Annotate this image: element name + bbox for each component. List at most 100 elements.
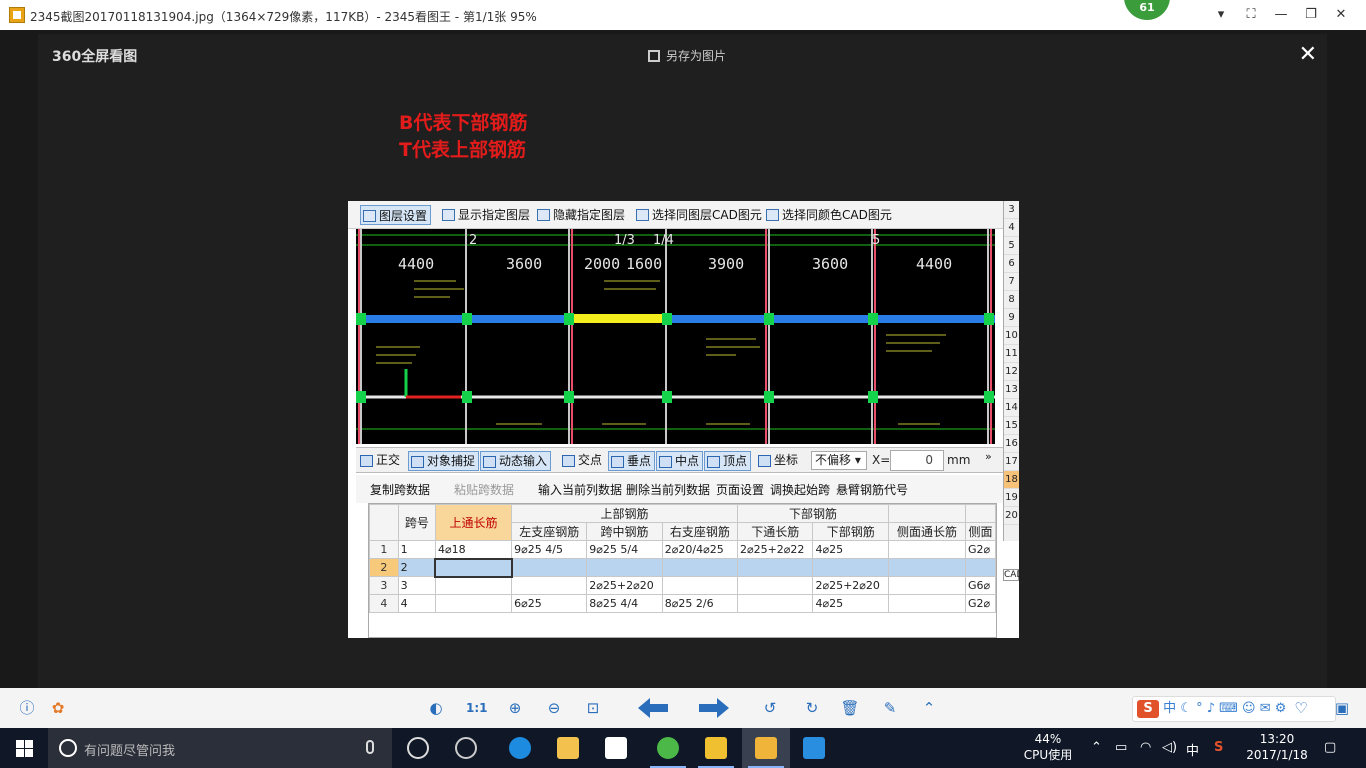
top-rebar-group-header: 上部钢筋 [511, 504, 738, 523]
mid-span-header[interactable]: 跨中钢筋 [586, 522, 663, 541]
save-icon [648, 50, 660, 62]
restore-button[interactable]: ❐ [1300, 5, 1322, 25]
network-icon[interactable]: ◠ [1140, 740, 1151, 755]
dim-label-1: 4400 [398, 255, 434, 273]
sogou-tray-icon[interactable]: S [1214, 740, 1223, 755]
side-header[interactable]: 侧面 [965, 522, 996, 541]
360-browser-icon[interactable] [644, 728, 692, 768]
select-same-color-button[interactable]: 选择同颜色CAD图元 [764, 205, 892, 225]
table-row[interactable]: 4 4 6⌀25 8⌀25 4/4 8⌀25 2/6 4⌀25 G2⌀ [369, 594, 996, 613]
orthogonal-toggle[interactable]: 正交 [358, 451, 400, 471]
previous-image-icon[interactable] [636, 696, 670, 720]
hide-layer-button[interactable]: 隐藏指定图层 [535, 205, 625, 225]
windows-taskbar: 有问题尽管问我 44% CPU使用 ⌃ ▭ ◠ ◁) 中 S 13:20 201… [0, 728, 1366, 768]
favorite-icon[interactable]: ♡ [1291, 698, 1311, 718]
dim-label-4: 1600 [626, 255, 662, 273]
vertex-snap-toggle[interactable]: 顶点 [704, 451, 752, 471]
cortana-search-box[interactable]: 有问题尽管问我 [48, 728, 392, 768]
side-through-header[interactable]: 侧面通长筋 [887, 522, 967, 541]
layers-icon [363, 210, 376, 222]
save-as-button[interactable]: 另存为图片 [648, 47, 726, 64]
viewer-logo: 360全屏看图 [52, 49, 138, 65]
rotate-right-icon[interactable]: ↻ [802, 698, 822, 718]
coordinate-toggle[interactable]: 坐标 [756, 451, 798, 471]
cad-icon [766, 209, 779, 221]
zoom-out-icon[interactable]: ⊖ [544, 698, 564, 718]
side-row-numbers: 3 4 5 6 7 8 9 10 11 12 13 14 15 16 17 18 19 20 [1003, 201, 1019, 541]
top-through-header[interactable]: 上通长筋 [434, 504, 513, 541]
perpendicular-snap-toggle[interactable]: 垂点 [608, 451, 656, 471]
more-up-icon[interactable]: ⌃ [919, 698, 939, 718]
fullscreen-icon[interactable]: ⛶ [1240, 5, 1262, 25]
dynamic-input-icon [483, 456, 496, 468]
edit-icon[interactable]: ✎ [880, 698, 900, 718]
toolbox-icon[interactable]: ▣ [1332, 698, 1352, 718]
task-view-icon[interactable] [394, 728, 442, 768]
show-layer-button[interactable]: 显示指定图层 [440, 205, 530, 225]
add-app-icon[interactable] [790, 728, 838, 768]
edge-icon[interactable] [496, 728, 544, 768]
delete-column-button[interactable]: 删除当前列数据 [626, 481, 710, 498]
image-viewer-app-icon[interactable] [742, 728, 790, 768]
layer-settings-button[interactable]: 图层设置 [360, 205, 432, 225]
dynamic-input-toggle[interactable]: 动态输入 [480, 451, 552, 471]
copy-span-data-button[interactable]: 复制跨数据 [370, 481, 430, 498]
object-snap-toggle[interactable]: 对象捕捉 [408, 451, 480, 471]
battery-icon[interactable]: ▭ [1115, 740, 1127, 755]
clock[interactable]: 13:20 2017/1/18 [1242, 731, 1312, 763]
cpu-monitor[interactable]: 44% CPU使用 [1020, 731, 1076, 763]
volume-icon[interactable]: ◁) [1162, 740, 1177, 755]
cantilever-code-button[interactable]: 悬臂钢筋代号 [836, 481, 908, 498]
mouse-mode-icon[interactable]: ◐ [426, 698, 446, 718]
gift-icon[interactable]: ✿ [48, 698, 68, 718]
close-viewer-button[interactable]: ✕ [1299, 42, 1317, 67]
dropdown-icon[interactable]: ▾ [1210, 5, 1232, 25]
coordinate-icon [758, 455, 771, 467]
ime-indicator[interactable]: 中 [1186, 740, 1199, 759]
rebar-table[interactable]: 跨号 上通长筋 上部钢筋 下部钢筋 左支座钢筋 跨中钢筋 右支座钢筋 下通长筋 … [368, 503, 997, 638]
delete-icon[interactable]: 🗑 [840, 698, 860, 718]
intersection-snap-toggle[interactable]: 交点 [560, 451, 602, 471]
dim-label-2: 3600 [506, 255, 542, 273]
tray-expand-icon[interactable]: ⌃ [1091, 740, 1102, 755]
orthogonal-icon [360, 455, 373, 467]
bottom-rebar-header[interactable]: 下部钢筋 [812, 522, 889, 541]
file-explorer-icon[interactable] [544, 728, 592, 768]
start-button[interactable] [0, 728, 48, 768]
info-icon[interactable]: ⓘ [17, 698, 37, 718]
axis-label-5: 5 [872, 233, 880, 248]
note-top-rebar: T代表上部钢筋 [399, 139, 526, 161]
ime-mode-label: 中 [1163, 701, 1177, 716]
page-setup-button[interactable]: 页面设置 [716, 481, 764, 498]
notification-center-icon[interactable]: ▢ [1324, 740, 1336, 755]
x-coordinate-input[interactable]: 0 [890, 450, 944, 471]
close-window-button[interactable]: ✕ [1330, 5, 1352, 25]
input-column-button[interactable]: 输入当前列数据 [538, 481, 622, 498]
more-tools-icon[interactable]: » [985, 450, 992, 463]
browser-icon[interactable] [442, 728, 490, 768]
select-same-layer-button[interactable]: 选择同图层CAD图元 [634, 205, 762, 225]
microphone-icon[interactable] [366, 740, 374, 754]
notification-badge[interactable]: 61 [1124, 0, 1170, 20]
fit-window-icon[interactable]: ⊡ [583, 698, 603, 718]
left-support-header[interactable]: 左支座钢筋 [511, 522, 588, 541]
minimize-button[interactable]: — [1270, 5, 1292, 25]
table-row[interactable]: 1 1 4⌀18 9⌀25 4/5 9⌀25 5/4 2⌀20/4⌀25 2⌀25+2⌀22… [369, 540, 996, 559]
table-row[interactable]: 3 3 2⌀25+2⌀20 2⌀25+2⌀20 G6⌀ [369, 576, 996, 595]
swap-start-span-button[interactable]: 调换起始跨 [770, 481, 830, 498]
actual-size-icon[interactable]: 1:1 [466, 698, 488, 718]
cad-drawing-canvas[interactable]: 4400 3600 2000 1600 3900 3600 4400 2 1/3… [356, 229, 995, 444]
rotate-left-icon[interactable]: ↺ [760, 698, 780, 718]
table-row-selected[interactable]: 22 [369, 557, 996, 578]
zoom-in-icon[interactable]: ⊕ [505, 698, 525, 718]
midpoint-snap-toggle[interactable]: 中点 [656, 451, 704, 471]
store-icon[interactable] [592, 728, 640, 768]
paste-span-data-button[interactable]: 粘贴跨数据 [454, 481, 514, 498]
current-cell[interactable] [434, 557, 513, 578]
next-image-icon[interactable] [697, 696, 731, 720]
fullscreen-panel: 360全屏看图 另存为图片 ✕ B代表下部钢筋 T代表上部钢筋 图层设置 显示指… [38, 34, 1327, 688]
notes-app-icon[interactable] [692, 728, 740, 768]
offset-select[interactable]: 不偏移 ▾ [811, 451, 867, 470]
right-support-header[interactable]: 右支座钢筋 [661, 522, 738, 541]
bottom-through-header[interactable]: 下通长筋 [736, 522, 814, 541]
